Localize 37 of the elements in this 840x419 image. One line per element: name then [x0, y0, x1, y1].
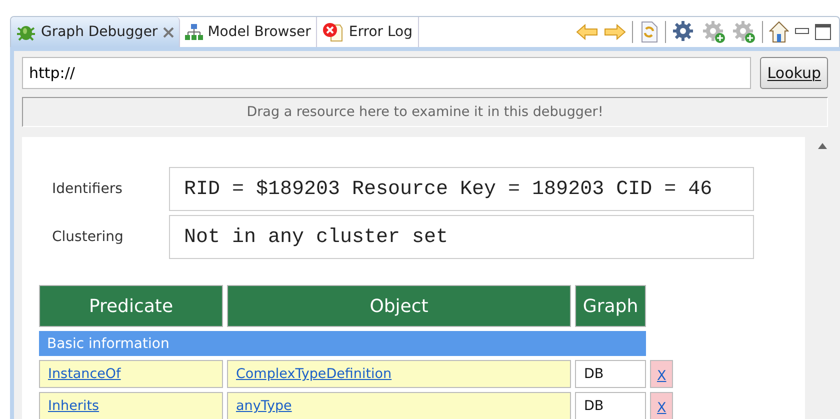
predicate-link[interactable]: Inherits	[48, 398, 100, 414]
predicate-link[interactable]: InstanceOf	[48, 366, 121, 382]
object-link[interactable]: ComplexTypeDefinition	[236, 366, 392, 382]
table-cell: DB	[575, 360, 646, 388]
property-label: Identifiers	[51, 181, 124, 197]
remove-link[interactable]: X	[657, 368, 666, 384]
scroll-up-icon[interactable]	[818, 143, 827, 149]
gear-icon[interactable]	[672, 20, 696, 44]
tab-label: Error Log	[348, 24, 413, 40]
column-header: Graph	[575, 285, 646, 327]
object-link[interactable]: anyType	[236, 398, 292, 414]
property-value: Not in any cluster set	[169, 215, 754, 259]
refresh-document-icon[interactable]	[639, 21, 659, 43]
section-header: Basic information	[39, 331, 646, 356]
forward-arrow-icon[interactable]	[604, 24, 626, 40]
close-icon[interactable]	[162, 26, 174, 38]
view-tab[interactable]: Model Browser	[180, 17, 317, 47]
hierarchy-icon	[184, 24, 203, 40]
column-header: Predicate	[39, 285, 223, 327]
add-gear-icon[interactable]	[732, 20, 756, 44]
add-gear-icon[interactable]	[702, 20, 726, 44]
tab-label: Graph Debugger	[41, 24, 158, 40]
view-tab[interactable]: Graph Debugger	[11, 17, 180, 47]
maximize-icon[interactable]	[815, 24, 831, 40]
property-label: Clustering	[51, 229, 124, 245]
tab-label: Model Browser	[208, 24, 311, 40]
table-cell: DB	[575, 392, 646, 419]
home-icon[interactable]	[769, 21, 789, 43]
drop-zone[interactable]: Drag a resource here to examine it in this debugger!	[22, 97, 828, 127]
url-field[interactable]: http://	[22, 57, 752, 89]
back-arrow-icon[interactable]	[576, 24, 598, 40]
minimize-icon[interactable]	[795, 28, 809, 36]
lookup-button[interactable]: Lookup	[760, 57, 828, 89]
error-log-icon	[322, 22, 344, 42]
property-value: RID = $189203 Resource Key = 189203 CID = 46	[169, 167, 754, 211]
remove-link[interactable]: X	[657, 400, 666, 416]
column-header: Object	[227, 285, 571, 327]
